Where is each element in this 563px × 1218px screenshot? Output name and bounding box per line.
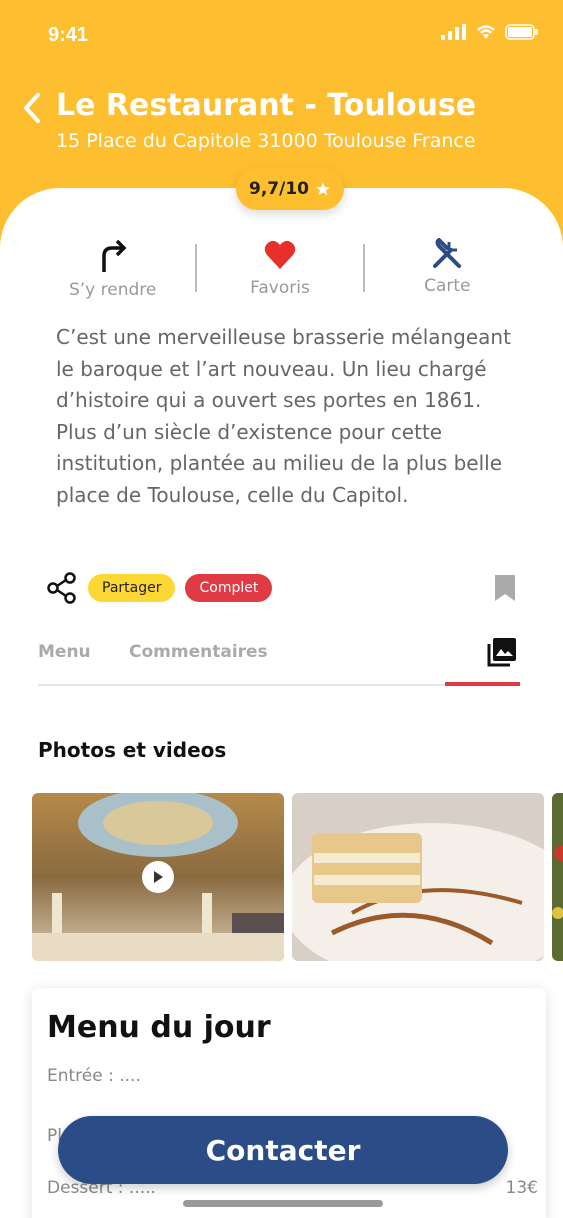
status-icons [441, 24, 539, 40]
tab-comments[interactable]: Commentaires [129, 642, 268, 662]
share-row: Partager Complet [46, 570, 526, 606]
status-bar: 9:41 [0, 0, 563, 70]
bookmark-icon[interactable] [494, 574, 516, 602]
heart-icon [264, 240, 296, 269]
contact-button[interactable]: Contacter [58, 1116, 508, 1184]
video-thumbnail[interactable] [32, 793, 284, 961]
photo-thumbnail[interactable] [552, 793, 563, 961]
star-icon [316, 182, 330, 195]
signal-icon [441, 24, 466, 40]
play-button[interactable] [142, 861, 174, 893]
directions-button[interactable]: S’y rendre [30, 238, 195, 302]
play-icon [154, 871, 163, 883]
menu-card-button[interactable]: Carte [365, 238, 530, 302]
favorites-label: Favoris [250, 278, 310, 298]
directions-label: S’y rendre [68, 280, 157, 300]
menu-price: 13€ [505, 1178, 538, 1198]
share-button[interactable]: Partager [88, 574, 176, 602]
menu-card-label: Carte [424, 276, 471, 296]
rating-value: 9,7/10 [249, 179, 309, 199]
tab-bar: Menu Commentaires [38, 634, 520, 686]
fork-knife-icon [433, 238, 462, 268]
food-photo [552, 793, 563, 961]
back-chevron-icon[interactable] [18, 90, 46, 126]
share-icon[interactable] [46, 572, 78, 604]
photo-thumbnail[interactable] [292, 793, 544, 961]
battery-icon [505, 24, 538, 40]
turn-right-arrow-icon [101, 239, 127, 272]
wifi-icon [477, 25, 495, 39]
home-indicator [183, 1200, 383, 1207]
menu-starter: Entrée : .... [47, 1066, 141, 1086]
active-tab-indicator [445, 682, 520, 686]
page-subtitle: 15 Place du Capitole 31000 Toulouse Fran… [56, 130, 476, 152]
photo-gallery-icon[interactable] [486, 636, 518, 668]
page-title: Le Restaurant - Toulouse [56, 88, 477, 123]
restaurant-description: C’est une merveilleuse brasserie mélange… [56, 325, 511, 507]
status-time: 9:41 [48, 24, 89, 46]
status-badge: Complet [185, 574, 273, 602]
rating-badge: 9,7/10 [236, 168, 344, 210]
menu-title: Menu du jour [47, 1010, 271, 1045]
favorites-button[interactable]: Favoris [197, 238, 362, 302]
gallery-title: Photos et videos [38, 738, 227, 762]
action-bar: S’y rendre Favoris Carte [30, 238, 530, 302]
tab-menu[interactable]: Menu [38, 642, 91, 662]
dessert-photo [292, 793, 544, 961]
